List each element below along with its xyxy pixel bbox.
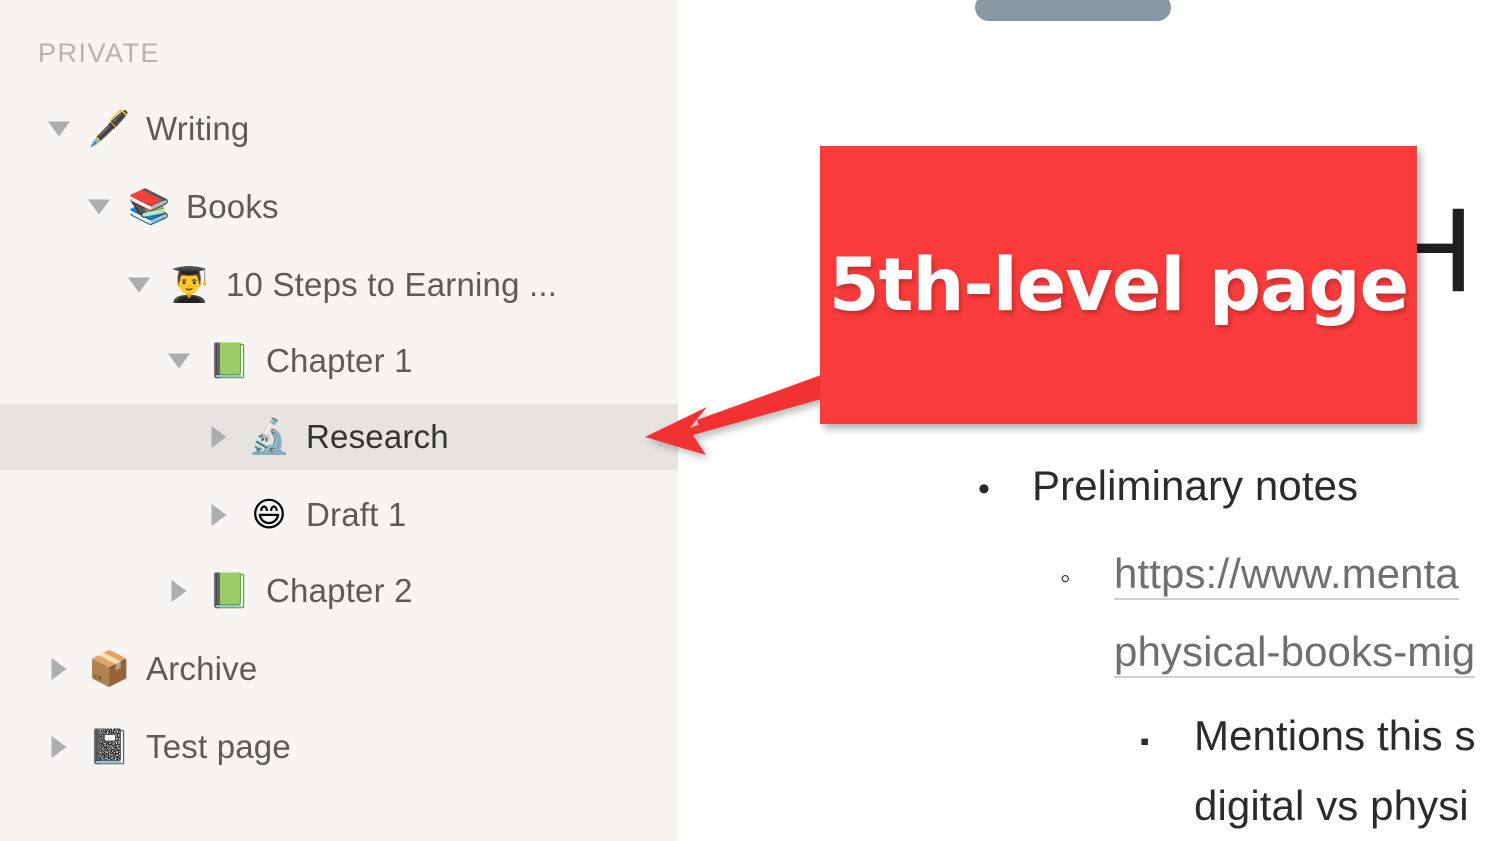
content-link[interactable]: physical-books-mig: [1114, 628, 1476, 678]
graduate-icon: 👨‍🎓: [168, 265, 211, 305]
indent-spacer: [0, 285, 124, 286]
sidebar-item-writing[interactable]: 🖋️ Writing: [0, 96, 678, 162]
indent-spacer: [0, 129, 44, 130]
sidebar-item-label: Research: [306, 418, 449, 455]
chevron-down-icon[interactable]: [124, 252, 154, 318]
chevron-down-icon[interactable]: [44, 96, 74, 162]
chevron-right-icon[interactable]: [204, 404, 234, 470]
sidebar-item-books[interactable]: 📚 Books: [0, 174, 678, 240]
sidebar-item-label: Books: [186, 188, 279, 225]
content-block: ◦ https://www.menta: [1060, 550, 1459, 600]
notion-sidebar-screenshot: PRIVATE 🖋️ Writing 📚 Books 👨‍🎓 10 Steps to Ea…: [0, 0, 1497, 841]
chevron-right-icon[interactable]: [204, 482, 234, 548]
chevron-down-icon[interactable]: [164, 328, 194, 394]
content-text: digital vs physi: [1194, 782, 1469, 829]
sidebar-item-label: Chapter 2: [266, 572, 413, 609]
green-book-icon: 📗: [208, 571, 251, 611]
sidebar-item-research[interactable]: 🔬 Research: [0, 404, 678, 470]
content-block: ▪ Mentions this s: [1140, 712, 1476, 760]
sidebar: PRIVATE 🖋️ Writing 📚 Books 👨‍🎓 10 Steps to Ea…: [0, 0, 678, 841]
indent-spacer: [0, 591, 164, 592]
indent-spacer: [0, 207, 84, 208]
sidebar-item-draft-1[interactable]: 😄 Draft 1: [0, 482, 678, 548]
sidebar-item-label: Writing: [146, 110, 250, 147]
vertical-scroll-indicator[interactable]: [975, 0, 1171, 21]
content-block: physical-books-mig: [1114, 628, 1476, 678]
content-link[interactable]: https://www.menta: [1114, 550, 1459, 600]
callout-box: 5th-level page: [820, 146, 1417, 424]
pen-icon: 🖋️: [88, 109, 131, 149]
chevron-right-icon[interactable]: [44, 714, 74, 780]
callout-label: 5th-level page: [828, 242, 1409, 328]
green-book-icon: 📗: [208, 341, 251, 381]
indent-spacer: [0, 669, 44, 670]
sidebar-item-label: 10 Steps to Earning ...: [226, 266, 558, 303]
content-block: digital vs physi: [1194, 782, 1469, 830]
indent-spacer: [0, 747, 44, 748]
content-block: • Preliminary notes: [978, 462, 1358, 510]
sidebar-item-test-page[interactable]: 📓 Test page: [0, 714, 678, 780]
sidebar-item-label: Test page: [146, 728, 291, 765]
indent-spacer: [0, 515, 204, 516]
sidebar-item-label: Archive: [146, 650, 258, 687]
bullet-solid-icon: •: [978, 470, 990, 508]
bullet-square-icon: ▪: [1140, 726, 1150, 756]
microscope-icon: 🔬: [248, 417, 291, 457]
sidebar-item-chapter-2[interactable]: 📗 Chapter 2: [0, 558, 678, 624]
books-icon: 📚: [128, 187, 171, 227]
indent-spacer: [0, 437, 204, 438]
package-icon: 📦: [88, 649, 131, 689]
sidebar-section-label-private: PRIVATE: [38, 38, 161, 68]
content-text: Mentions this s: [1194, 712, 1476, 759]
content-text: Preliminary notes: [1032, 462, 1359, 509]
sidebar-item-archive[interactable]: 📦 Archive: [0, 636, 678, 702]
indent-spacer: [0, 361, 164, 362]
grinning-face-icon: 😄: [251, 495, 287, 535]
sidebar-item-10-steps-to-earning[interactable]: 👨‍🎓 10 Steps to Earning ...: [0, 252, 678, 318]
notebook-icon: 📓: [88, 727, 131, 767]
chevron-down-icon[interactable]: [84, 174, 114, 240]
chevron-right-icon[interactable]: [164, 558, 194, 624]
bullet-hollow-icon: ◦: [1060, 562, 1071, 595]
sidebar-item-label: Draft 1: [306, 496, 407, 533]
chevron-right-icon[interactable]: [44, 636, 74, 702]
sidebar-item-chapter-1[interactable]: 📗 Chapter 1: [0, 328, 678, 394]
sidebar-item-label: Chapter 1: [266, 342, 413, 379]
